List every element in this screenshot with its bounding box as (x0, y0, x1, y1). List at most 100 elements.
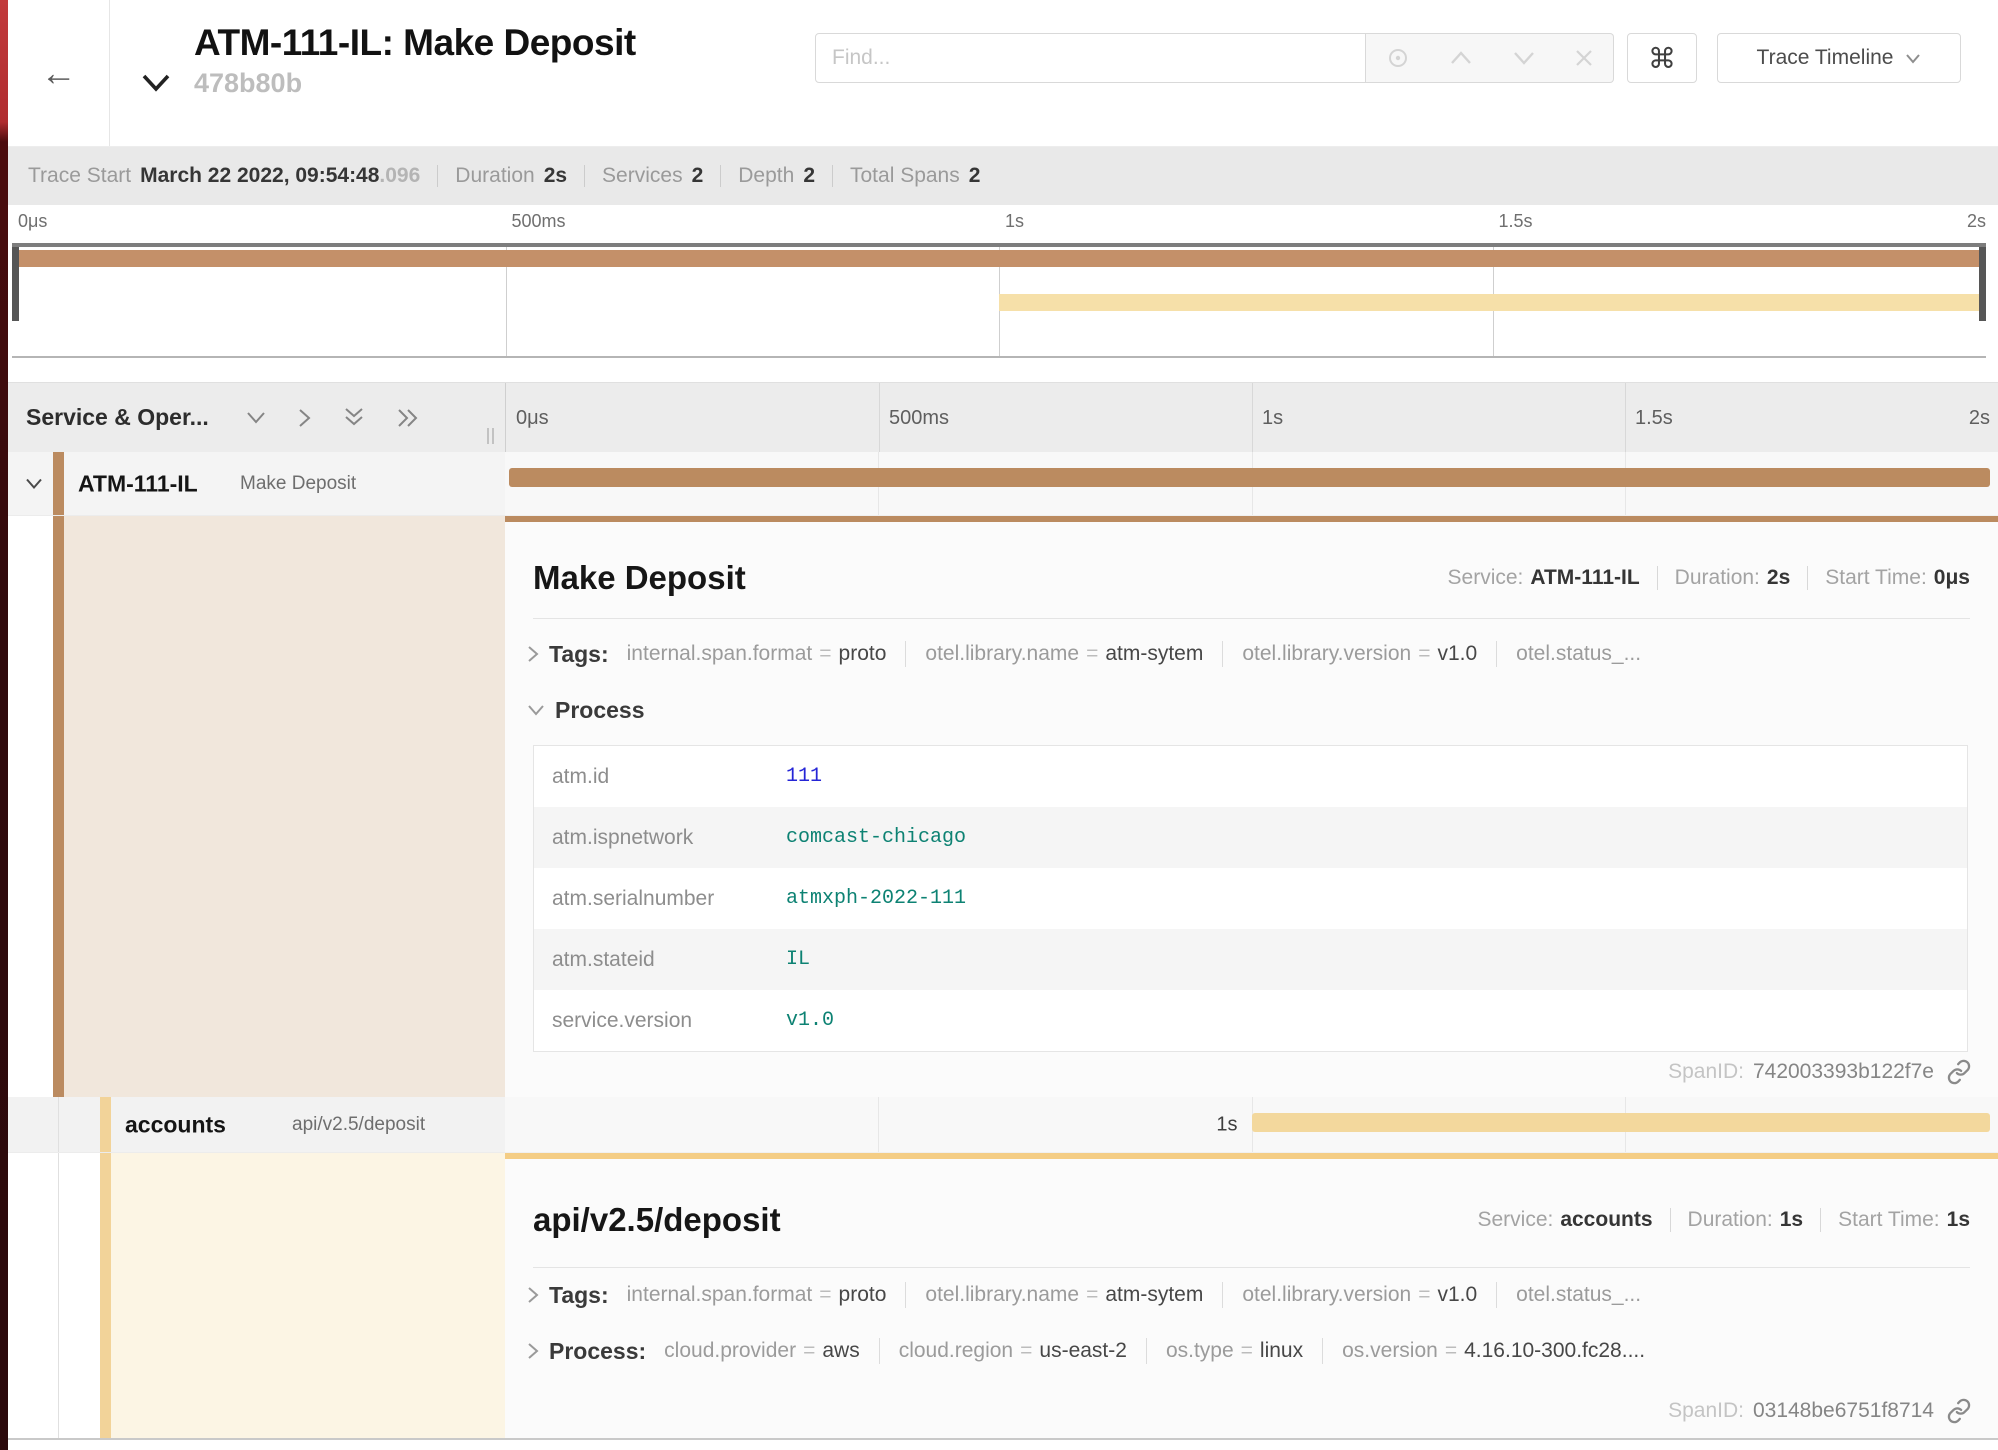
span-id-value: 03148be6751f8714 (1753, 1399, 1934, 1423)
service-color-bar (100, 1097, 111, 1152)
duration-label: Duration: (1675, 566, 1760, 590)
minimap-right-handle[interactable] (1979, 247, 1986, 321)
ruler-tick: 2s (1969, 407, 1990, 430)
tag-value: proto (839, 1283, 887, 1307)
timeline-gridline (878, 1097, 879, 1152)
process-section-toggle[interactable]: Process: cloud.provider=aws cloud.region… (527, 1333, 1970, 1369)
collapse-all-button[interactable] (342, 407, 366, 429)
link-icon[interactable] (1946, 1059, 1972, 1085)
tag-key: os.type (1166, 1339, 1234, 1363)
operation-name: api/v2.5/deposit (292, 1114, 425, 1136)
chevron-down-icon (245, 410, 267, 425)
divider (1322, 1338, 1323, 1364)
span-row-accounts-timeline[interactable]: 1s (505, 1097, 1998, 1153)
trace-start-value: March 22 2022, 09:54:48 (140, 164, 379, 188)
process-value: v1.0 (786, 1009, 834, 1032)
trace-summary-bar: Trace Start March 22 2022, 09:54:48.096 … (8, 147, 1998, 205)
find-input[interactable] (815, 33, 1366, 83)
trace-depth: Depth 2 (738, 164, 815, 188)
table-row: atm.ispnetwork comcast-chicago (534, 807, 1967, 868)
table-row: service.version v1.0 (534, 990, 1967, 1051)
collapse-one-button[interactable] (245, 410, 267, 425)
back-arrow-icon: ← (41, 52, 77, 93)
service-value: ATM-111-IL (1530, 566, 1639, 590)
clear-find-button[interactable] (1566, 48, 1602, 68)
detail-tint (111, 1153, 505, 1438)
span-row-accounts-label[interactable]: accounts api/v2.5/deposit (8, 1097, 505, 1153)
trace-start-ms: .096 (379, 164, 420, 188)
span-row-atm-timeline[interactable] (505, 452, 1998, 516)
trace-view-dropdown[interactable]: Trace Timeline (1717, 33, 1961, 83)
divider (1657, 566, 1658, 590)
link-icon[interactable] (1946, 1398, 1972, 1424)
trace-id: 478b80b (194, 68, 636, 99)
tag-value: 4.16.10-300.fc28.... (1464, 1339, 1645, 1363)
process-key: atm.id (534, 765, 786, 789)
service-name: accounts (125, 1111, 226, 1138)
process-key: atm.stateid (534, 948, 786, 972)
span-row-atm[interactable]: ATM-111-IL Make Deposit (8, 452, 1998, 516)
process-key: service.version (534, 1009, 786, 1033)
column-resize-grip[interactable] (487, 428, 494, 444)
detail-indent-area (8, 516, 505, 1097)
expand-one-button[interactable] (297, 407, 312, 429)
span-row-accounts[interactable]: accounts api/v2.5/deposit 1s (8, 1097, 1998, 1153)
minimap-tick: 1.5s (1499, 211, 1533, 232)
chevron-down-icon (1905, 53, 1921, 64)
equals: = (819, 1283, 831, 1307)
minimap-tick: 2s (1967, 211, 1986, 232)
equals: = (819, 642, 831, 666)
service-operation-header: Service & Oper... (8, 383, 505, 452)
tag-key: os.version (1342, 1339, 1438, 1363)
chevron-right-icon (527, 1342, 539, 1360)
trace-start: Trace Start March 22 2022, 09:54:48.096 (28, 164, 420, 188)
span-row-atm-label[interactable]: ATM-111-IL Make Deposit (8, 452, 505, 516)
ruler-tick: 500ms (889, 407, 949, 430)
divider (905, 641, 906, 667)
divider (1807, 566, 1808, 590)
minimap-ticks: 0μs 500ms 1s 1.5s 2s (12, 211, 1986, 241)
services-value: 2 (692, 164, 704, 188)
tags-section-toggle[interactable]: Tags: internal.span.format=proto otel.li… (527, 634, 1970, 674)
equals: = (1445, 1339, 1457, 1363)
prev-match-button[interactable] (1441, 50, 1481, 66)
expand-all-button[interactable] (396, 407, 422, 429)
equals: = (1020, 1339, 1032, 1363)
span-bar-accounts[interactable] (1252, 1113, 1991, 1132)
detail-meta: Service:ATM-111-IL Duration:2s Start Tim… (1448, 566, 1970, 590)
service-name: ATM-111-IL (78, 470, 198, 497)
span-bar-atm[interactable] (509, 468, 1990, 487)
keyboard-shortcuts-button[interactable]: ⌘ (1627, 33, 1697, 83)
next-match-button[interactable] (1504, 50, 1544, 66)
trace-minimap: 0μs 500ms 1s 1.5s 2s (8, 205, 1998, 358)
service-label: Service: (1448, 566, 1524, 590)
minimap-left-handle[interactable] (12, 247, 19, 321)
minimap-canvas[interactable] (12, 243, 1986, 358)
divider (533, 618, 1970, 619)
duration-value: 2s (544, 164, 567, 188)
divider (437, 165, 438, 187)
tags-section-toggle[interactable]: Tags: internal.span.format=proto otel.li… (527, 1277, 1970, 1313)
chevron-right-icon (527, 645, 539, 663)
process-section-toggle[interactable]: Process (527, 690, 1970, 730)
ruler-gridline (1252, 383, 1253, 452)
trace-title-collapse-toggle[interactable] (140, 72, 172, 94)
service-label: Service: (1477, 1208, 1553, 1232)
minimap-tick: 0μs (18, 211, 47, 232)
back-button[interactable]: ← (35, 54, 83, 92)
title-block: ATM-111-IL: Make Deposit 478b80b (194, 22, 636, 99)
indent-guide (58, 1097, 59, 1152)
scope-icon (1385, 45, 1411, 71)
tags-label: Tags: (549, 641, 609, 668)
span-collapse-toggle[interactable] (20, 473, 48, 494)
close-icon (1574, 48, 1594, 68)
operation-name: Make Deposit (240, 473, 356, 495)
scope-to-match-button[interactable] (1377, 45, 1419, 71)
start-time-label: Start Time: (1825, 566, 1927, 590)
process-value: atmxph-2022-111 (786, 887, 966, 910)
process-value: 111 (786, 765, 822, 788)
duration-label: Duration (455, 164, 534, 188)
divider (1222, 641, 1223, 667)
span-id-row: SpanID: 742003393b122f7e (1668, 1054, 1972, 1090)
detail-meta: Service:accounts Duration:1s Start Time:… (1477, 1208, 1970, 1232)
